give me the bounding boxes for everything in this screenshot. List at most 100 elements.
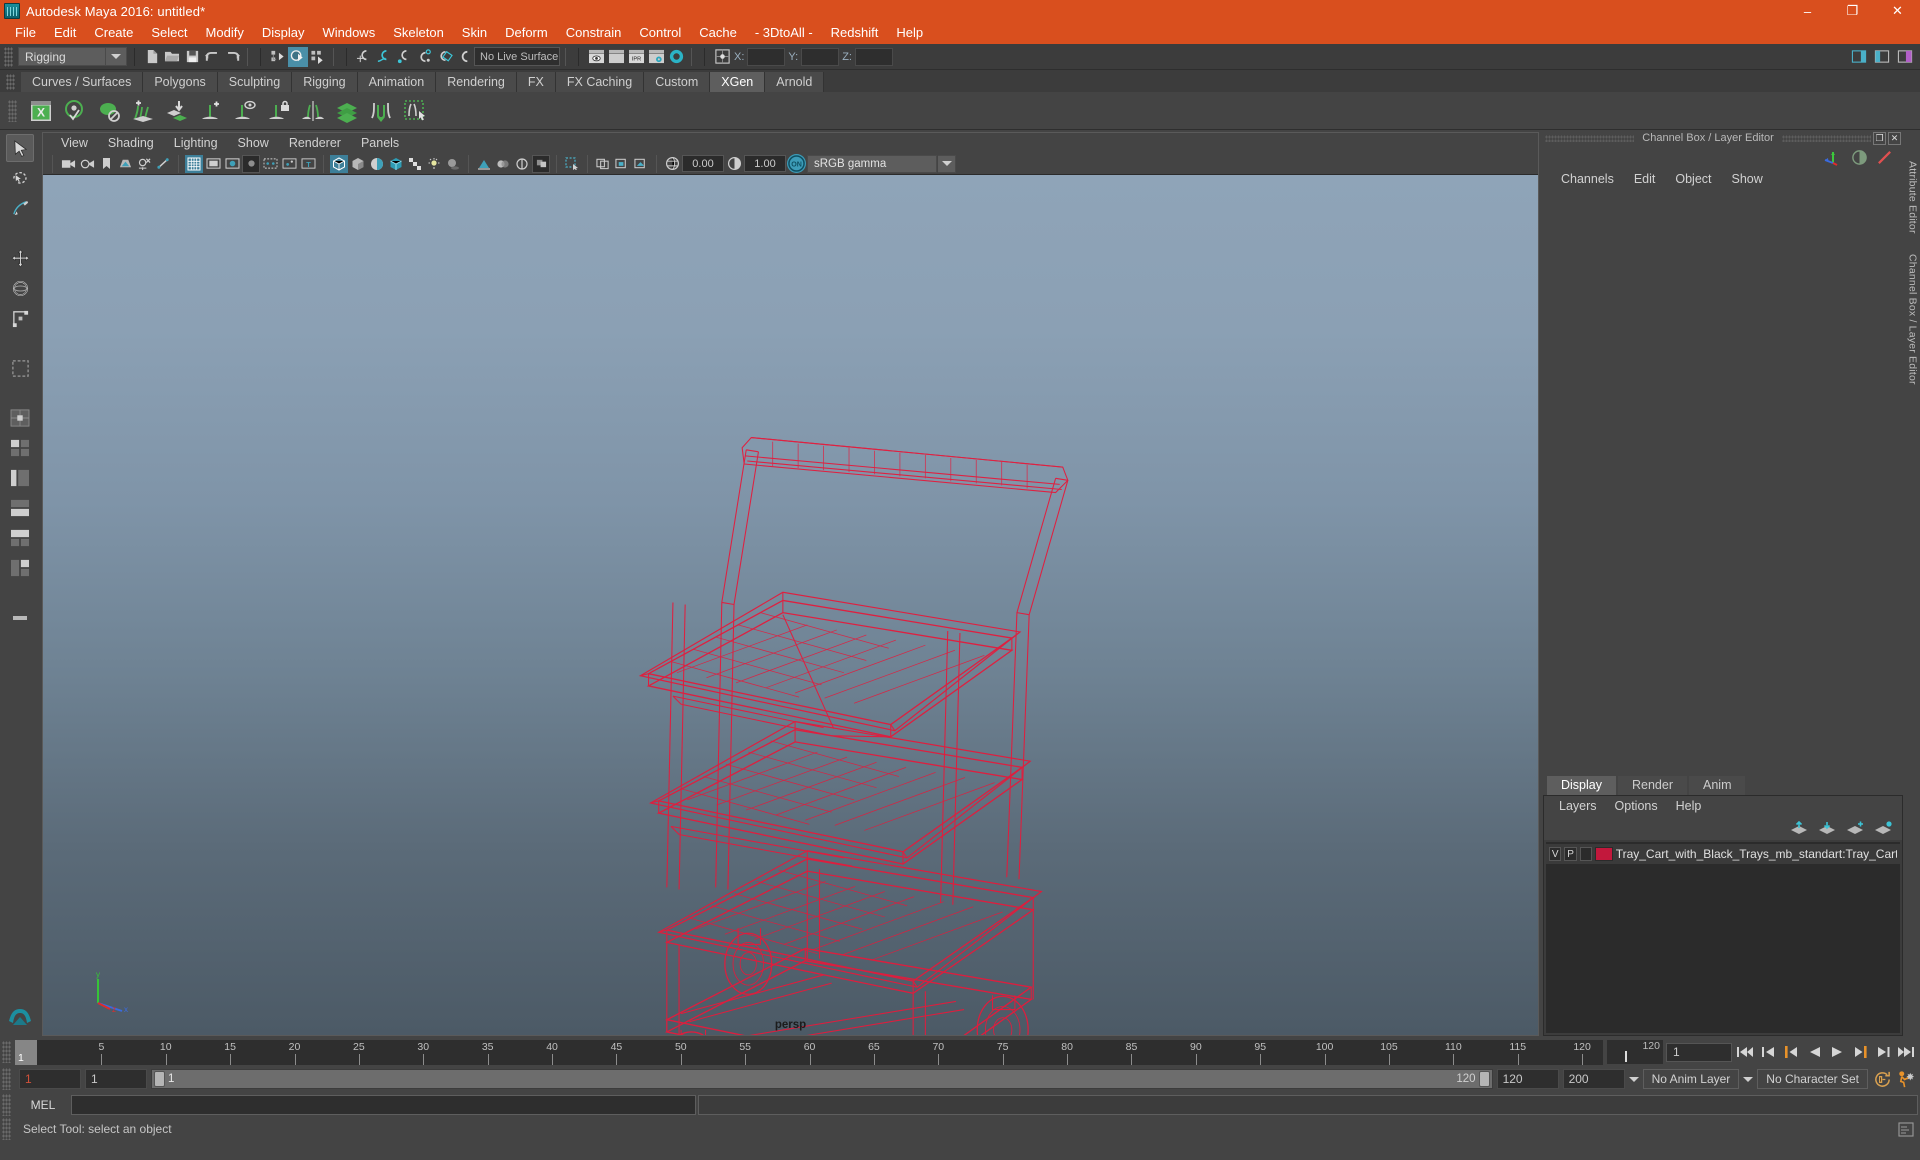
color-management-chevron-down-icon[interactable] [938,154,956,173]
single-perspective-layout-icon[interactable] [6,404,34,432]
channel-box-menu-show[interactable]: Show [1722,172,1773,186]
two-d-pan-zoom-icon[interactable] [135,155,153,173]
xray-joints-icon[interactable] [261,155,279,173]
hypershade-icon[interactable] [666,47,686,67]
shelf-tab-rendering[interactable]: Rendering [436,72,517,92]
vertical-tab-channel-box-layer-editor[interactable]: Channel Box / Layer Editor [1907,249,1919,390]
paint-select-tool-icon[interactable] [6,194,34,222]
shelf-tab-rigging[interactable]: Rigging [292,72,358,92]
animation-end-field[interactable]: 200 [1562,1069,1625,1089]
snap-to-grid-icon[interactable] [354,47,374,67]
four-view-layout-icon[interactable] [6,434,34,462]
channel-box-menu-edit[interactable]: Edit [1624,172,1666,186]
select-by-object-icon[interactable] [288,46,308,67]
undo-icon[interactable] [202,47,222,67]
restore-panel-icon[interactable]: ❐ [1873,131,1886,145]
z-field[interactable] [854,47,893,66]
rotate-tool-icon[interactable] [6,274,34,302]
persp-relationship-layout-icon[interactable] [6,554,34,582]
screen-space-ao-icon[interactable] [475,155,493,173]
shelf-grip[interactable] [6,74,15,90]
range-slider-grip[interactable] [2,1068,11,1090]
sidebar-attribute-editor-icon[interactable] [1849,47,1869,67]
xgen-groom-icon[interactable] [367,96,395,126]
toggle-icon[interactable] [1851,149,1868,166]
range-end-field[interactable]: 120 [1496,1069,1559,1089]
save-scene-icon[interactable] [182,47,202,67]
shadows-icon[interactable] [444,155,462,173]
viewport-menu-panels[interactable]: Panels [351,133,409,153]
resolution-gate-icon[interactable] [223,155,241,173]
camera-attributes-icon[interactable] [78,155,96,173]
persp-graph-editor-layout-icon[interactable] [6,494,34,522]
viewport-snapshot-icon[interactable] [632,155,650,173]
go-to-end-icon[interactable] [1896,1042,1916,1062]
layer-color-swatch[interactable] [1595,847,1613,861]
xgen-guide-visibility-icon[interactable] [231,96,259,126]
menu-item-modify[interactable]: Modify [197,22,253,44]
menu-item-skin[interactable]: Skin [453,22,496,44]
speed-icon[interactable] [1876,149,1893,166]
manipulator-icon[interactable] [1823,149,1843,166]
xgen-select-region-icon[interactable] [401,96,429,126]
character-set-chevron-down-icon[interactable] [1743,1076,1754,1082]
grid-display-icon[interactable] [563,155,581,173]
color-management-icon[interactable]: ON [787,154,806,173]
new-scene-icon[interactable] [142,47,162,67]
gamma-field[interactable]: 1.00 [744,155,786,172]
xgen-window-icon[interactable]: X [27,96,55,126]
move-layer-up-icon[interactable] [1790,821,1808,835]
move-layer-down-icon[interactable] [1818,821,1836,835]
minimize-button[interactable]: – [1785,0,1830,22]
viewport-canvas[interactable]: y x z persp [43,175,1538,1035]
render-view-icon[interactable] [586,47,606,67]
new-layer-from-selected-icon[interactable] [1874,821,1892,835]
shelf-tab-polygons[interactable]: Polygons [143,72,218,92]
menu-item-edit[interactable]: Edit [45,22,85,44]
go-to-start-icon[interactable] [1735,1042,1755,1062]
time-range-mini[interactable]: 120 [1607,1040,1663,1064]
xgen-add-description-icon[interactable] [129,96,157,126]
auto-keyframe-icon[interactable] [1872,1069,1892,1089]
layer-tab-anim[interactable]: Anim [1689,776,1746,795]
shelf-tab-custom[interactable]: Custom [644,72,711,92]
film-origin-icon[interactable] [594,155,612,173]
gamma-icon[interactable] [725,155,743,173]
image-plane-icon[interactable] [116,155,134,173]
shelf-tab-animation[interactable]: Animation [357,72,437,92]
menu-item-redshift[interactable]: Redshift [822,22,888,44]
open-scene-icon[interactable] [162,47,182,67]
redo-icon[interactable] [222,47,242,67]
vertical-tab-attribute-editor[interactable]: Attribute Editor [1907,156,1919,239]
select-by-hierarchy-icon[interactable] [268,47,288,67]
current-time-indicator[interactable]: 1 [15,1039,37,1065]
layer-visibility-toggle[interactable]: V [1549,847,1562,861]
step-back-key-icon[interactable] [1781,1042,1801,1062]
use-default-material-icon[interactable] [406,155,424,173]
xgen-mirror-guide-icon[interactable] [299,96,327,126]
viewport-menu-shading[interactable]: Shading [98,133,164,153]
shelf-tab-curves-surfaces[interactable]: Curves / Surfaces [21,72,144,92]
xgen-layers-icon[interactable] [333,96,361,126]
xgen-preview-icon[interactable] [61,96,89,126]
channel-box-body[interactable] [1543,190,1903,774]
xray-active-components-icon[interactable] [280,155,298,173]
sidebar-channel-box-icon[interactable] [1895,47,1915,67]
command-language-label[interactable]: MEL [17,1098,69,1112]
menu-item-3dtoall[interactable]: - 3DtoAll - [746,22,822,44]
x-field[interactable] [747,47,786,66]
menu-item-cache[interactable]: Cache [690,22,746,44]
menu-item-create[interactable]: Create [85,22,142,44]
hypershade-persp-layout-icon[interactable] [6,524,34,552]
current-frame-field[interactable]: 1 [1666,1042,1732,1062]
shelf-tab-xgen[interactable]: XGen [710,72,766,92]
shelf-tab-sculpting[interactable]: Sculpting [217,72,293,92]
render-sequence-icon[interactable] [606,47,626,67]
viewport-menu-renderer[interactable]: Renderer [279,133,351,153]
xgen-disable-preview-icon[interactable] [95,96,123,126]
snap-to-projected-center-icon[interactable] [414,47,434,67]
film-gate-icon[interactable] [204,155,222,173]
grid-toggle-icon[interactable] [185,154,203,173]
script-editor-icon[interactable] [1898,1121,1920,1137]
menuset-selector[interactable]: Rigging [18,47,106,66]
